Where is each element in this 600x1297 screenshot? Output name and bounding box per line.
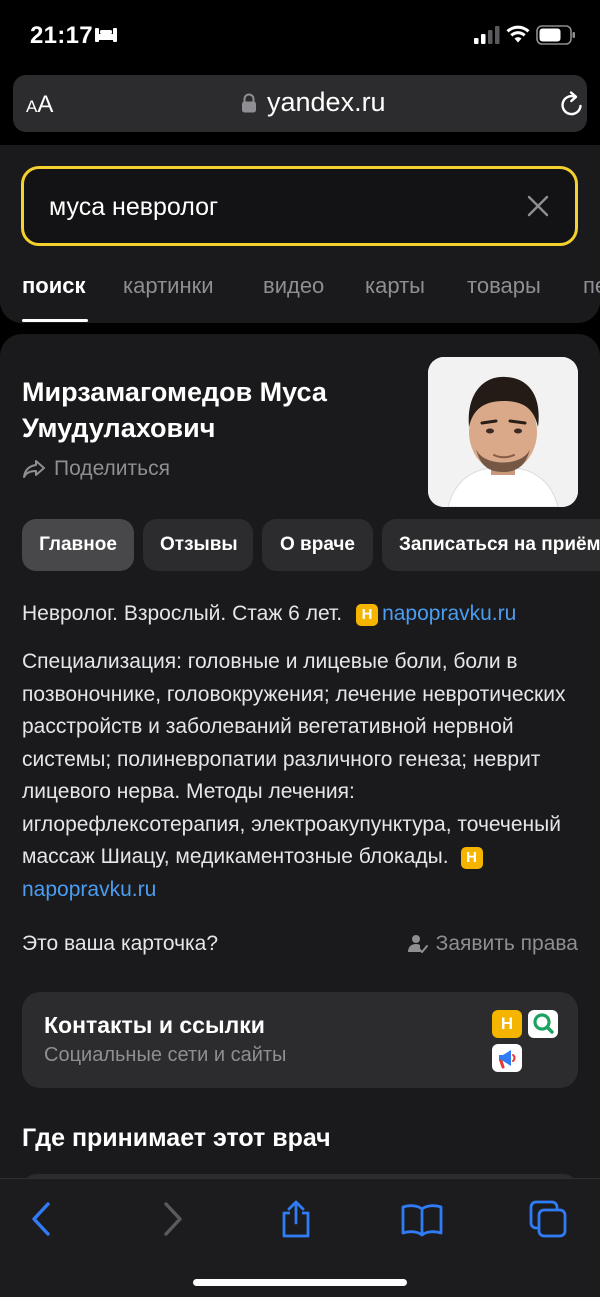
text-size-large-label: A (37, 91, 54, 118)
wifi-icon (506, 25, 530, 43)
close-icon[interactable] (527, 195, 549, 217)
doctor-summary-line: Невролог. Взрослый. Стаж 6 лет. Нnapoprav… (22, 602, 516, 626)
address-bar[interactable]: AA yandex.ru (13, 75, 587, 132)
napopravku-icon: Н (492, 1010, 522, 1038)
pill-about[interactable]: О враче (262, 519, 373, 571)
search-input[interactable]: муса невролог (21, 166, 578, 246)
url-text[interactable]: yandex.ru (267, 87, 386, 118)
doctor-name: Мирзамагомедов Муса Умудулахович (22, 377, 327, 443)
search-query[interactable]: муса невролог (49, 193, 218, 222)
active-tab-indicator (22, 319, 88, 322)
user-check-icon (407, 935, 428, 953)
battery-icon (536, 25, 575, 45)
text-size-button[interactable]: AA (26, 91, 53, 119)
claim-label: Заявить права (435, 932, 578, 955)
back-icon[interactable] (28, 1199, 56, 1239)
doctor-description-block: Специализация: головные и лицевые боли, … (22, 646, 582, 906)
megaphone-icon (492, 1044, 522, 1072)
forward-icon[interactable] (158, 1199, 186, 1239)
source-link[interactable]: napopravku.ru (22, 878, 156, 901)
pill-reviews[interactable]: Отзывы (143, 519, 253, 571)
claim-rights-button[interactable]: Заявить права (407, 932, 578, 956)
tab-search[interactable]: поиск (22, 273, 86, 299)
share-icon[interactable] (278, 1199, 314, 1239)
bed-icon (95, 28, 117, 42)
reload-icon[interactable] (558, 89, 586, 119)
lock-icon (242, 93, 256, 113)
section-title-locations: Где принимает этот врач (22, 1124, 331, 1152)
napopravku-icon: Н (460, 847, 483, 869)
doctor-photo[interactable] (428, 357, 578, 507)
pill-main[interactable]: Главное (22, 519, 134, 571)
text-size-small-label: A (26, 97, 38, 116)
contacts-title: Контакты и ссылки (44, 1012, 265, 1038)
status-bar: 21:17 (0, 0, 600, 70)
share-label: Поделиться (54, 457, 170, 480)
home-indicator[interactable] (193, 1279, 407, 1286)
source-link[interactable]: napopravku.ru (382, 602, 516, 625)
tab-images[interactable]: картинки (123, 273, 214, 299)
contacts-subtitle: Социальные сети и сайты (44, 1044, 287, 1066)
share-button[interactable]: Поделиться (22, 457, 170, 481)
search-tabs: поиск картинки видео карты товары пе (0, 267, 600, 323)
share-arrow-icon (23, 460, 45, 478)
search-site-icon (528, 1010, 558, 1038)
doctor-description: Специализация: головные и лицевые боли, … (22, 650, 566, 868)
search-panel: муса невролог поиск картинки видео карты… (0, 145, 600, 323)
status-time: 21:17 (30, 22, 93, 49)
napopravku-icon: Н (356, 604, 379, 626)
pill-book-appointment[interactable]: Записаться на приём (382, 519, 600, 571)
contacts-block[interactable]: Контакты и ссылки Социальные сети и сайт… (22, 992, 578, 1088)
cellular-signal-icon (474, 26, 500, 44)
doctor-portrait-image (428, 357, 578, 507)
tab-video[interactable]: видео (263, 273, 324, 299)
tabs-icon[interactable] (528, 1199, 568, 1239)
bookmarks-icon[interactable] (400, 1199, 444, 1239)
doctor-summary: Невролог. Взрослый. Стаж 6 лет. (22, 602, 343, 625)
tab-products[interactable]: товары (467, 273, 541, 299)
tab-maps[interactable]: карты (365, 273, 425, 299)
doctor-card: Мирзамагомедов Муса Умудулахович Поделит… (0, 334, 600, 1184)
claim-question: Это ваша карточка? (22, 932, 219, 955)
tab-more[interactable]: пе (583, 273, 600, 299)
